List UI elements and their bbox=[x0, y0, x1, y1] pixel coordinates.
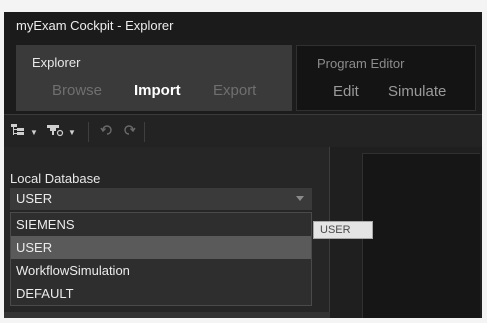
toolbar: ▼ ▼ bbox=[4, 114, 482, 147]
undo-icon bbox=[100, 123, 114, 142]
content-pane bbox=[362, 153, 480, 318]
ribbon-group-program-editor: Program Editor Edit Simulate bbox=[296, 45, 476, 111]
tab-edit[interactable]: Edit bbox=[333, 83, 359, 100]
tab-browse[interactable]: Browse bbox=[52, 82, 102, 99]
undo-button[interactable] bbox=[100, 123, 114, 141]
dropdown-option-user[interactable]: USER bbox=[11, 236, 311, 259]
filter-button[interactable]: ▼ bbox=[46, 123, 76, 141]
local-database-label: Local Database bbox=[10, 171, 101, 186]
app-window: myExam Cockpit - Explorer Explorer Brows… bbox=[4, 12, 482, 318]
database-select-value: USER bbox=[16, 191, 53, 206]
dropdown-option-default[interactable]: DEFAULT bbox=[11, 282, 311, 305]
database-select[interactable]: USER bbox=[10, 188, 312, 210]
chevron-down-icon: ▼ bbox=[68, 127, 76, 137]
ribbon-group-title: Program Editor bbox=[317, 56, 405, 71]
panel-footer bbox=[4, 312, 330, 318]
toolbar-separator bbox=[144, 122, 145, 142]
ribbon: Explorer Browse Import Export Program Ed… bbox=[4, 40, 482, 114]
tooltip: USER bbox=[313, 221, 373, 239]
toolbar-separator bbox=[88, 122, 89, 142]
redo-button[interactable] bbox=[122, 123, 136, 141]
redo-icon bbox=[122, 123, 136, 142]
tree-view-button[interactable]: ▼ bbox=[10, 123, 38, 141]
database-dropdown-list: SIEMENS USER WorkflowSimulation DEFAULT bbox=[10, 212, 312, 306]
tab-import[interactable]: Import bbox=[134, 82, 181, 99]
window-title: myExam Cockpit - Explorer bbox=[4, 12, 482, 40]
chevron-down-icon[interactable] bbox=[296, 196, 304, 201]
chevron-down-icon: ▼ bbox=[30, 127, 38, 137]
ribbon-group-title: Explorer bbox=[32, 55, 81, 70]
tab-simulate[interactable]: Simulate bbox=[388, 83, 446, 100]
dropdown-option-siemens[interactable]: SIEMENS bbox=[11, 213, 311, 236]
filter-icon bbox=[46, 123, 64, 142]
tree-view-icon bbox=[10, 123, 26, 142]
dropdown-option-workflowsimulation[interactable]: WorkflowSimulation bbox=[11, 259, 311, 282]
ribbon-group-explorer: Explorer Browse Import Export bbox=[16, 45, 292, 111]
tab-export[interactable]: Export bbox=[213, 82, 256, 99]
